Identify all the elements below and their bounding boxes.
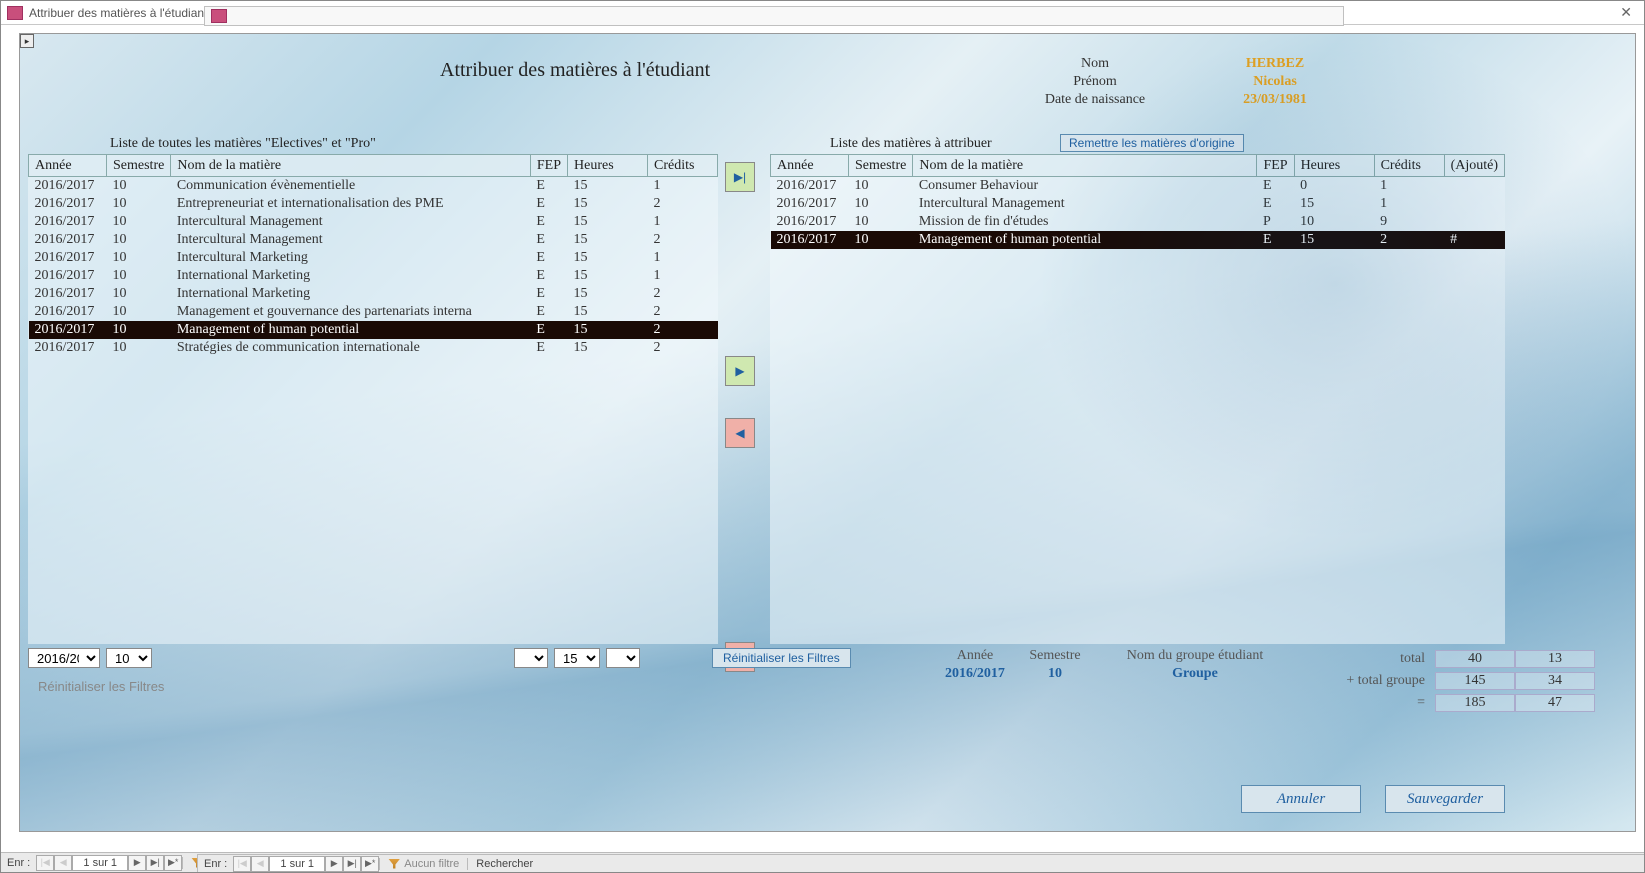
summary-group-label: Nom du groupe étudiant [1095,648,1295,664]
table-row[interactable]: 2016/201710Management of human potential… [771,231,1505,249]
background-window-tab [204,6,1344,26]
nav-enr-label: Enr : [1,857,36,869]
summary-annee-label: Année [935,648,1015,664]
record-nav-inner: Enr : |◀ ◀ 1 sur 1 ▶ ▶| ▶* Aucun filtre … [197,854,1644,872]
table-row[interactable]: 2016/201710Communication évènementielleE… [29,177,718,196]
reinit-filters-button[interactable]: Réinitialiser les Filtres [712,648,851,668]
nav-search[interactable]: Rechercher [467,858,541,870]
available-subjects-table[interactable]: Année Semestre Nom de la matière FEP Heu… [28,154,718,644]
funnel-icon [388,859,400,869]
table-row[interactable]: 2016/201710International MarketingE152 [29,285,718,303]
reset-subjects-button[interactable]: Remettre les matières d'origine [1060,134,1244,152]
table-row[interactable]: 2016/201710Mission de fin d'étudesP109 [771,213,1505,231]
student-dob-label: Date de naissance [1015,92,1175,108]
student-prenom: Nicolas [1175,74,1375,90]
col-heures[interactable]: Heures [1294,155,1374,177]
student-nom-label: Nom [1015,56,1175,72]
filter-fep[interactable] [514,648,548,668]
filter-row: 2016/2017 10 15 Réinitialiser les Filtre… [28,648,851,668]
col-credits[interactable]: Crédits [648,155,718,177]
col-semestre[interactable]: Semestre [849,155,913,177]
total-hours: 40 [1435,650,1515,668]
right-list-title: Liste des matières à attribuer [830,136,992,152]
table-row[interactable]: 2016/201710Entrepreneuriat et internatio… [29,195,718,213]
add-one-button[interactable]: ▶ [725,356,755,386]
transfer-buttons: ▶| ▶ ◀ |◀ [725,162,765,684]
col-ajoute[interactable]: (Ajouté) [1444,155,1504,177]
page-title: Attribuer des matières à l'étudiant [440,59,710,82]
table-row[interactable]: 2016/201710Intercultural ManagementE151 [771,195,1505,213]
total-credits: 13 [1515,650,1595,668]
col-annee[interactable]: Année [771,155,849,177]
nav-last-icon[interactable]: ▶| [146,855,164,871]
filter-heures[interactable]: 15 [554,648,600,668]
nav-next-icon[interactable]: ▶ [128,855,146,871]
action-buttons: Annuler Sauvegarder [1241,785,1505,813]
student-prenom-label: Prénom [1015,74,1175,90]
filter-credits[interactable] [606,648,640,668]
table-row[interactable]: 2016/201710Intercultural MarketingE151 [29,249,718,267]
close-icon[interactable]: ✕ [1614,4,1638,21]
total-label: total [1315,651,1435,667]
nav-last-icon[interactable]: ▶| [343,856,361,872]
summary-group[interactable]: Groupe [1095,666,1295,682]
remove-one-button[interactable]: ◀ [725,418,755,448]
table-row[interactable]: 2016/201710Management of human potential… [29,321,718,339]
left-list-title: Liste de toutes les matières "Electives"… [110,136,376,152]
form-body: ▸ Attribuer des matières à l'étudiant No… [19,33,1636,832]
reset-filters-text: Réinitialiser les Filtres [38,679,164,694]
summary-sem-label: Semestre [1015,648,1095,664]
add-all-button[interactable]: ▶| [725,162,755,192]
window-title: Attribuer des matières à l'étudiant [29,6,207,20]
student-dob: 23/03/1981 [1175,92,1375,108]
col-annee[interactable]: Année [29,155,107,177]
nav-prev-icon[interactable]: ◀ [54,855,72,871]
table-row[interactable]: 2016/201710Consumer BehaviourE01 [771,177,1505,196]
summary-sem: 10 [1015,666,1095,682]
nav-new-icon[interactable]: ▶* [361,856,379,872]
plus-group-label: + total groupe [1315,673,1435,689]
col-fep[interactable]: FEP [1257,155,1294,177]
table-row[interactable]: 2016/201710Intercultural ManagementE151 [29,213,718,231]
student-info: NomHERBEZ PrénomNicolas Date de naissanc… [1015,54,1375,110]
col-nom[interactable]: Nom de la matière [171,155,531,177]
nav-position[interactable]: 1 sur 1 [269,856,325,872]
plus-credits: 34 [1515,672,1595,690]
access-form-icon [211,9,227,23]
col-fep[interactable]: FEP [530,155,567,177]
nav-next-icon[interactable]: ▶ [325,856,343,872]
col-semestre[interactable]: Semestre [107,155,171,177]
assigned-subjects-table[interactable]: Année Semestre Nom de la matière FEP Heu… [770,154,1505,644]
plus-hours: 145 [1435,672,1515,690]
filter-sem[interactable]: 10 [106,648,152,668]
nav-filter-status[interactable]: Aucun filtre [379,858,467,870]
grand-credits: 47 [1515,694,1595,712]
equals-label: = [1315,695,1435,711]
col-nom[interactable]: Nom de la matière [913,155,1257,177]
record-selector[interactable]: ▸ [20,34,34,48]
nav-new-icon[interactable]: ▶* [164,855,182,871]
table-row[interactable]: 2016/201710Management et gouvernance des… [29,303,718,321]
col-credits[interactable]: Crédits [1374,155,1444,177]
nav-first-icon[interactable]: |◀ [233,856,251,872]
filter-annee[interactable]: 2016/2017 [28,648,100,668]
grand-hours: 185 [1435,694,1515,712]
cancel-button[interactable]: Annuler [1241,785,1361,813]
nav-prev-icon[interactable]: ◀ [251,856,269,872]
nav-first-icon[interactable]: |◀ [36,855,54,871]
summary-annee: 2016/2017 [935,666,1015,682]
table-row[interactable]: 2016/201710Intercultural ManagementE152 [29,231,718,249]
save-button[interactable]: Sauvegarder [1385,785,1505,813]
nav-enr-label: Enr : [198,858,233,870]
table-row[interactable]: 2016/201710International MarketingE151 [29,267,718,285]
table-row[interactable]: 2016/201710Stratégies de communication i… [29,339,718,357]
student-nom: HERBEZ [1175,56,1375,72]
access-form-icon [7,6,23,20]
col-heures[interactable]: Heures [568,155,648,177]
summary-block: Année Semestre Nom du groupe étudiant 20… [935,648,1615,682]
nav-position[interactable]: 1 sur 1 [72,855,128,871]
